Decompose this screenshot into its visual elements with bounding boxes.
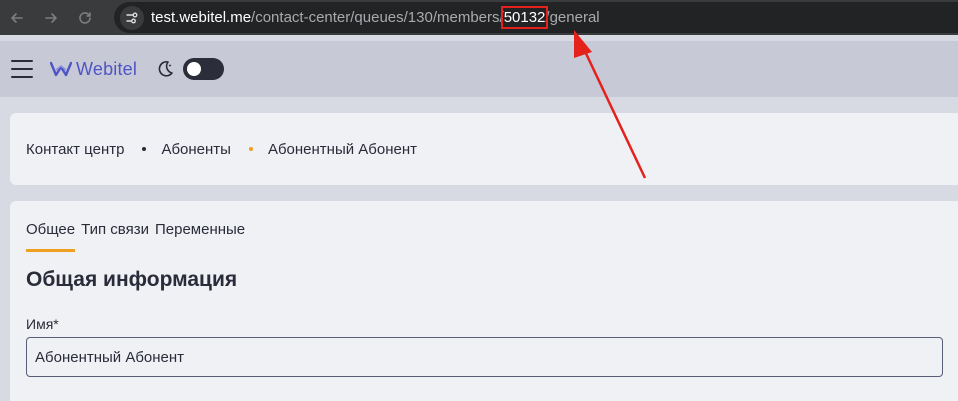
tab-communication-type[interactable]: Тип связи <box>81 221 149 252</box>
moon-icon <box>158 61 173 77</box>
app-header: Webitel <box>0 41 958 97</box>
name-input[interactable] <box>26 337 943 377</box>
url-tail: /general <box>545 9 600 26</box>
webitel-logo-icon <box>50 61 72 77</box>
menu-icon[interactable] <box>11 60 33 78</box>
site-settings-icon[interactable] <box>120 5 144 30</box>
breadcrumb-separator-current <box>248 147 253 151</box>
breadcrumb-item-current: Абонентный Абонент <box>267 140 417 158</box>
address-bar[interactable]: test.webitel.me/contact-center/queues/13… <box>114 2 958 33</box>
back-icon[interactable] <box>6 7 28 29</box>
url-member-id: 50132 <box>500 6 549 29</box>
tab-variables[interactable]: Переменные <box>155 221 245 252</box>
breadcrumb-item-contact-center[interactable]: Контакт центр <box>26 141 124 158</box>
browser-toolbar: test.webitel.me/contact-center/queues/13… <box>0 0 958 35</box>
dark-mode-toggle[interactable] <box>183 58 225 80</box>
tab-general[interactable]: Общее <box>26 221 76 252</box>
url-text: test.webitel.me/contact-center/queues/13… <box>151 6 600 29</box>
url-path: /contact-center/queues/130/members/ <box>251 9 504 26</box>
breadcrumb-item-members[interactable]: Абоненты <box>161 141 231 158</box>
reload-icon[interactable] <box>74 7 96 29</box>
member-form-card: Общее Тип связи Переменные Общая информа… <box>10 201 958 401</box>
logo[interactable]: Webitel <box>50 59 137 80</box>
breadcrumb: Контакт центр Абоненты Абонентный Абонен… <box>10 113 958 185</box>
name-field-label: Имя* <box>26 316 59 332</box>
breadcrumb-separator <box>142 147 147 151</box>
tabs: Общее Тип связи Переменные <box>26 221 251 252</box>
section-title: Общая информация <box>26 268 238 291</box>
forward-icon[interactable] <box>40 7 62 29</box>
url-host: test.webitel.me <box>151 9 252 26</box>
logo-text: Webitel <box>76 58 138 79</box>
